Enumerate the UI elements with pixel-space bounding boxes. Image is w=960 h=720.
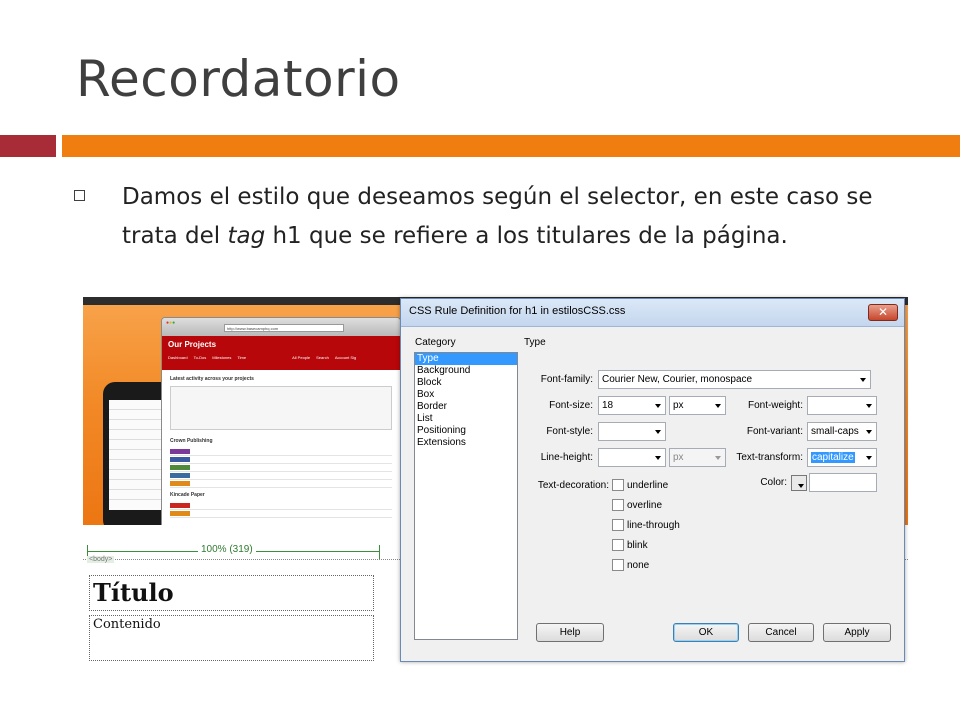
chevron-down-icon — [655, 430, 661, 434]
help-button[interactable]: Help — [536, 623, 604, 642]
font-size-select[interactable]: 18 — [598, 396, 666, 415]
font-size-unit-select[interactable]: px — [669, 396, 726, 415]
dialog-title: CSS Rule Definition for h1 in estilosCSS… — [409, 305, 626, 317]
site-tab: Time — [237, 355, 247, 360]
bullet-text: Damos el estilo que deseamos según el se… — [122, 178, 922, 256]
category-item-positioning[interactable]: Positioning — [415, 425, 517, 437]
chevron-down-icon — [866, 404, 872, 408]
body-tag-label[interactable]: <body> — [87, 556, 115, 563]
color-picker-swatch[interactable] — [791, 475, 807, 491]
site-calendar — [170, 386, 392, 430]
font-style-select[interactable] — [598, 422, 666, 441]
category-list[interactable]: Type Background Block Box Border List Po… — [414, 352, 518, 640]
font-size-unit-value: px — [673, 400, 684, 411]
font-weight-label: Font-weight: — [747, 400, 803, 411]
line-through-label: line-through — [627, 520, 680, 531]
design-paragraph[interactable]: Contenido — [89, 615, 374, 661]
browser-url-field: http://www.basecamphq.com — [224, 324, 344, 332]
site-section-heading: Kincade Paper — [170, 492, 205, 498]
ruler-label: 100% (319) — [198, 544, 256, 555]
text-transform-select[interactable]: capitalize — [807, 448, 877, 467]
browser-site-tabs: Dashboard To-Dos Milestones Time All Peo… — [168, 355, 394, 360]
font-size-label: Font-size: — [549, 400, 593, 411]
category-item-box[interactable]: Box — [415, 389, 517, 401]
none-label: none — [627, 560, 650, 571]
font-variant-value: small-caps — [811, 426, 859, 437]
text-transform-label: Text-transform: — [736, 452, 803, 463]
cancel-button[interactable]: Cancel — [748, 623, 814, 642]
category-item-block[interactable]: Block — [415, 377, 517, 389]
site-section-heading: Crown Publishing — [170, 438, 213, 444]
bullet-text-emphasis: tag — [227, 223, 266, 249]
text-transform-value: capitalize — [811, 452, 855, 463]
font-family-label: Font-family: — [540, 374, 593, 385]
category-label: Category — [415, 337, 456, 348]
chevron-down-icon — [866, 456, 872, 460]
close-icon[interactable]: ✕ — [868, 304, 898, 321]
accent-bar-red — [0, 135, 56, 157]
font-weight-select[interactable] — [807, 396, 877, 415]
ok-button[interactable]: OK — [673, 623, 739, 642]
browser-toolbar: ●●● http://www.basecamphq.com — [162, 318, 400, 336]
type-section-label: Type — [524, 337, 546, 348]
font-family-value: Courier New, Courier, monospace — [602, 374, 753, 385]
slide-title: Recordatorio — [76, 50, 401, 108]
line-through-checkbox[interactable] — [612, 519, 624, 531]
browser-site-header: Our Projects Dashboard To-Dos Milestones… — [162, 336, 400, 370]
color-label: Color: — [760, 477, 787, 488]
chevron-down-icon — [655, 456, 661, 460]
site-tab: Account Sig — [334, 355, 357, 360]
underline-label: underline — [627, 480, 669, 491]
site-tab: Milestones — [212, 355, 232, 360]
bullet-text-part2: h1 que se refiere a los titulares de la … — [265, 223, 788, 249]
css-rule-dialog: CSS Rule Definition for h1 in estilosCSS… — [400, 298, 905, 662]
line-height-unit-select[interactable]: px — [669, 448, 726, 467]
text-decoration-label: Text-decoration: — [537, 480, 609, 491]
line-height-unit-value: px — [673, 452, 684, 463]
underline-checkbox[interactable] — [612, 479, 624, 491]
font-variant-label: Font-variant: — [746, 426, 803, 437]
chevron-down-icon — [866, 430, 872, 434]
category-item-list[interactable]: List — [415, 413, 517, 425]
font-family-select[interactable]: Courier New, Courier, monospace — [598, 370, 871, 389]
apply-button[interactable]: Apply — [823, 623, 891, 642]
chevron-down-icon — [860, 378, 866, 382]
browser-site-heading: Our Projects — [168, 340, 217, 349]
none-checkbox[interactable] — [612, 559, 624, 571]
site-tab: To-Dos — [193, 355, 207, 360]
ruler-tick-right — [379, 545, 380, 559]
design-h1-title[interactable]: Título — [89, 575, 374, 611]
site-section-heading: Latest activity across your projects — [170, 376, 254, 382]
browser-mockup: ●●● http://www.basecamphq.com Our Projec… — [161, 317, 401, 527]
category-item-type[interactable]: Type — [415, 353, 517, 365]
site-tab: Dashboard — [168, 355, 188, 360]
font-variant-select[interactable]: small-caps — [807, 422, 877, 441]
accent-bar-orange — [62, 135, 960, 157]
overline-checkbox[interactable] — [612, 499, 624, 511]
site-tab: All People — [292, 355, 311, 360]
dialog-title-bar: CSS Rule Definition for h1 in estilosCSS… — [401, 299, 904, 327]
category-item-extensions[interactable]: Extensions — [415, 437, 517, 449]
category-item-border[interactable]: Border — [415, 401, 517, 413]
bullet-square-icon — [74, 190, 85, 201]
blink-label: blink — [627, 540, 648, 551]
phone-screen — [109, 400, 167, 510]
line-height-select[interactable] — [598, 448, 666, 467]
site-tab: Search — [316, 355, 329, 360]
font-size-value: 18 — [602, 400, 614, 411]
font-style-label: Font-style: — [546, 426, 593, 437]
overline-label: overline — [627, 500, 663, 511]
blink-checkbox[interactable] — [612, 539, 624, 551]
chevron-down-icon — [655, 404, 661, 408]
browser-site-body: Latest activity across your projects Cro… — [162, 370, 400, 526]
category-item-background[interactable]: Background — [415, 365, 517, 377]
line-height-label: Line-height: — [540, 452, 593, 463]
color-field[interactable] — [809, 473, 877, 492]
